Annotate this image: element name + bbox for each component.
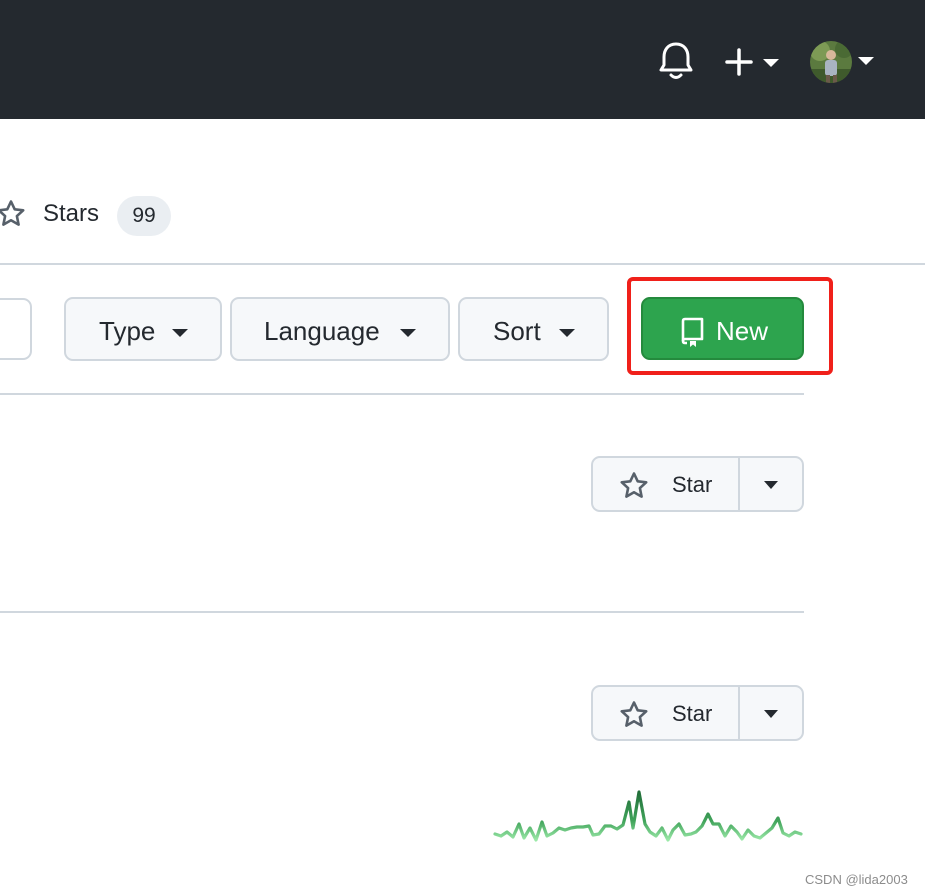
star-icon	[619, 471, 649, 501]
star-button-group: Star	[591, 456, 804, 512]
star-list-dropdown[interactable]	[740, 687, 802, 739]
stars-count-badge: 99	[117, 196, 171, 236]
tab-stars-label: Stars	[43, 200, 100, 227]
caret-down-icon	[764, 710, 778, 718]
language-filter-label: Language	[264, 316, 380, 346]
list-divider	[0, 611, 804, 613]
avatar[interactable]	[810, 41, 852, 83]
bell-icon[interactable]	[656, 40, 696, 82]
caret-down-icon	[858, 57, 874, 65]
repo-search-input[interactable]	[0, 298, 32, 360]
type-filter-label: Type	[99, 316, 156, 346]
global-header	[0, 0, 925, 119]
profile-menu-button[interactable]	[808, 40, 880, 84]
repo-icon	[679, 317, 705, 347]
tabs-divider	[0, 263, 925, 265]
star-icon	[619, 700, 649, 730]
language-filter-button[interactable]: Language	[230, 297, 450, 361]
star-button[interactable]: Star	[593, 458, 738, 510]
caret-down-icon	[764, 481, 778, 489]
star-button-group: Star	[591, 685, 804, 741]
star-list-dropdown[interactable]	[740, 458, 802, 510]
caret-down-icon	[400, 329, 416, 337]
caret-down-icon	[763, 59, 779, 67]
new-button-label: New	[716, 316, 769, 346]
activity-sparkline	[493, 790, 803, 842]
list-divider	[0, 393, 804, 395]
sort-filter-button[interactable]: Sort	[458, 297, 609, 361]
new-repository-button[interactable]: New	[641, 297, 804, 360]
star-icon	[0, 199, 26, 234]
type-filter-button[interactable]: Type	[64, 297, 222, 361]
caret-down-icon	[559, 329, 575, 337]
star-button[interactable]: Star	[593, 687, 738, 739]
create-new-button[interactable]	[722, 42, 782, 82]
watermark: CSDN @lida2003	[805, 872, 908, 887]
star-button-label: Star	[672, 472, 713, 497]
caret-down-icon	[172, 329, 188, 337]
sort-filter-label: Sort	[493, 316, 541, 346]
star-button-label: Star	[672, 701, 713, 726]
plus-icon	[725, 48, 753, 76]
